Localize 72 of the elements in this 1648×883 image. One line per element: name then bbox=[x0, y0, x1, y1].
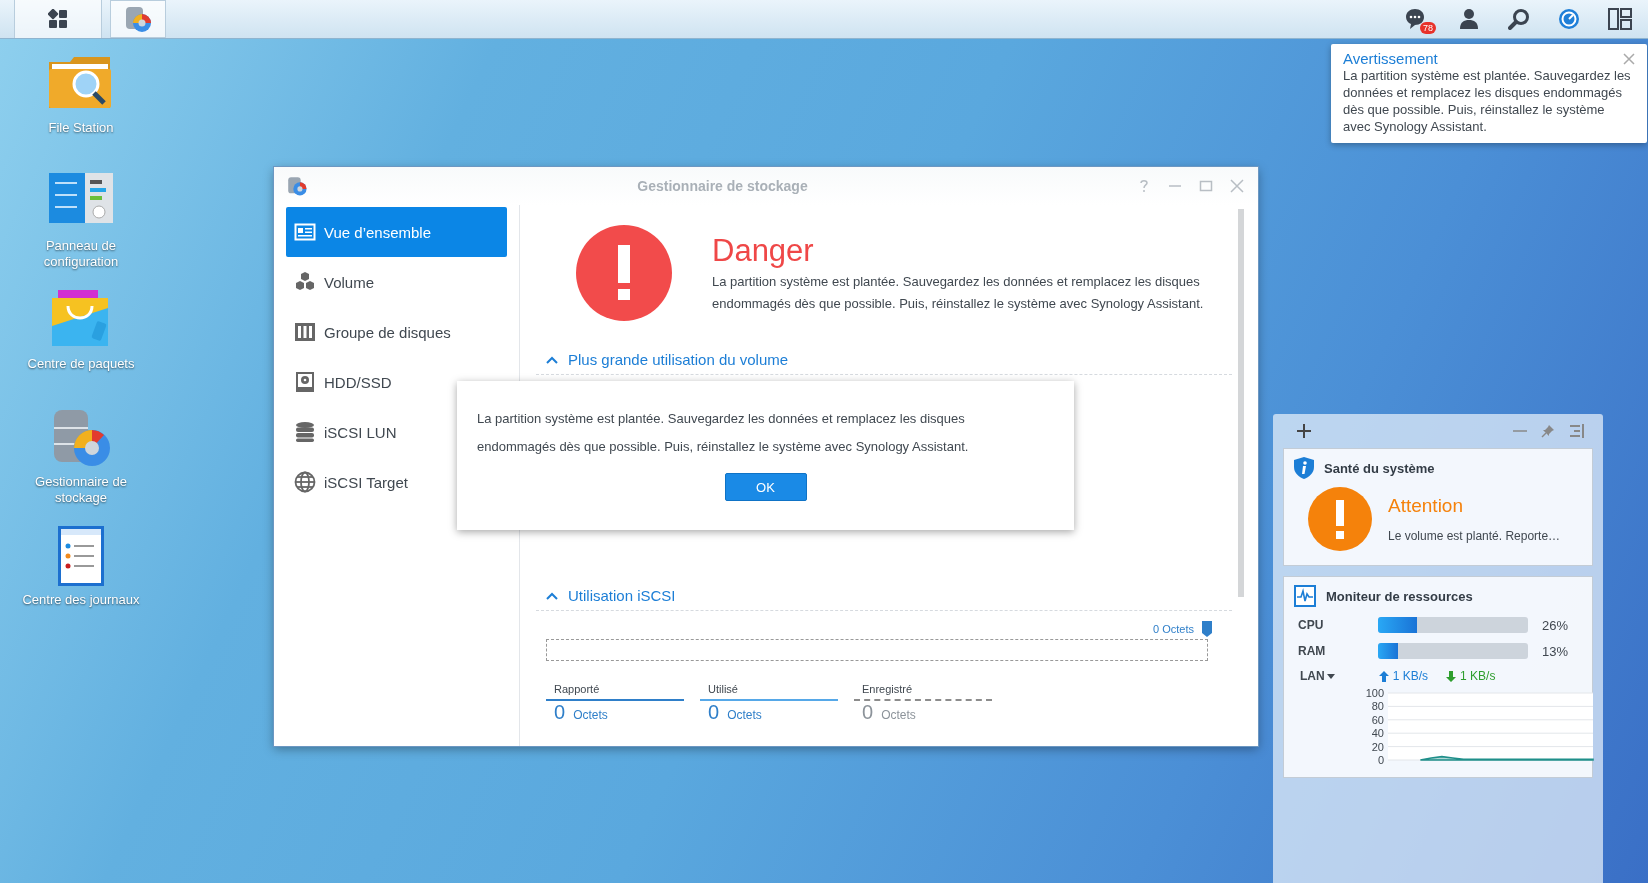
notification-count-badge: 78 bbox=[1420, 22, 1436, 34]
pulse-monitor-icon bbox=[1294, 585, 1316, 607]
scrollbar[interactable] bbox=[1238, 209, 1244, 597]
exclamation-icon bbox=[576, 225, 672, 321]
stat-value: 0 bbox=[862, 701, 874, 724]
disk-bays-icon bbox=[294, 321, 316, 343]
chevron-up-icon[interactable] bbox=[546, 355, 558, 364]
storage-manager-taskbar-button[interactable] bbox=[110, 0, 166, 38]
sidebar-item[interactable]: Vue d’ensemble bbox=[286, 207, 507, 257]
caret-icon[interactable] bbox=[1326, 673, 1335, 679]
pin-icon[interactable] bbox=[1541, 424, 1555, 438]
download-rate: 1 KB/s bbox=[1460, 669, 1496, 683]
notification-message: La partition système est plantée. Sauvegardez les données et remplacez les disques endommagés dès que possible. Puis, réinstallez le système avec Synology Assistant. bbox=[1343, 67, 1632, 135]
widgets-layout-icon[interactable] bbox=[1608, 8, 1632, 30]
section-title[interactable]: Plus grande utilisation du volume bbox=[568, 351, 789, 368]
health-message: Le volume est planté. Reporte… bbox=[1388, 529, 1561, 543]
collapse-panel-icon[interactable] bbox=[1569, 424, 1585, 438]
close-icon[interactable] bbox=[1623, 52, 1635, 65]
globe-icon bbox=[294, 471, 316, 493]
meter-reading: 26% bbox=[1542, 617, 1569, 633]
stat-unit: Octets bbox=[881, 708, 916, 722]
info-shield-icon bbox=[1294, 457, 1314, 479]
database-icon bbox=[294, 421, 316, 443]
dialog-message: La partition système est plantée. Sauvegardez les données et remplacez les disques endommagés dès que possible. Puis, réinstallez le système avec Synology Assistant. bbox=[477, 410, 970, 456]
capacity-label: 0 Octets bbox=[1153, 623, 1194, 635]
database-chart-icon bbox=[123, 4, 153, 34]
status-title: Danger bbox=[712, 232, 815, 270]
axis-tick-label: 40 bbox=[1371, 727, 1384, 740]
meter-label: CPU bbox=[1297, 618, 1325, 632]
stat-unit: Octets bbox=[573, 708, 608, 722]
id-card-icon bbox=[294, 221, 316, 243]
axis-tick-label: 80 bbox=[1371, 700, 1384, 713]
upload-arrow-icon bbox=[1378, 670, 1389, 682]
stat-label: Utilisé bbox=[707, 683, 739, 695]
sidebar-item[interactable]: Groupe de disques bbox=[286, 307, 507, 357]
stat-value: 0 bbox=[708, 701, 720, 724]
axis-tick-label: 0 bbox=[1377, 754, 1384, 766]
add-icon[interactable] bbox=[1297, 424, 1311, 438]
cubes-icon bbox=[294, 271, 316, 293]
grid-icon bbox=[48, 9, 68, 29]
main-menu-button[interactable] bbox=[14, 0, 102, 38]
database-chart-icon bbox=[286, 175, 308, 197]
stat-label: Rapporté bbox=[553, 683, 601, 695]
sidebar-item[interactable]: iSCSI Target bbox=[286, 457, 507, 507]
sidebar-item[interactable]: HDD/SSD bbox=[286, 357, 507, 407]
download-arrow-icon bbox=[1446, 670, 1457, 682]
window-title: Gestionnaire de stockage bbox=[636, 178, 809, 194]
section-title[interactable]: Utilisation iSCSI bbox=[568, 587, 676, 604]
stat-label: Enregistré bbox=[861, 683, 914, 695]
notification-title: Avertissement bbox=[1343, 50, 1438, 67]
sidebar-item[interactable]: Volume bbox=[286, 257, 507, 307]
hard-drive-icon bbox=[294, 371, 316, 393]
ok-button[interactable]: OK bbox=[724, 473, 807, 501]
upload-rate: 1 KB/s bbox=[1392, 669, 1429, 683]
marker-icon bbox=[1202, 621, 1212, 637]
gauge-icon[interactable] bbox=[1558, 8, 1580, 30]
lan-dropdown[interactable]: LAN bbox=[1294, 669, 1325, 683]
axis-tick-label: 60 bbox=[1371, 713, 1384, 726]
exclamation-icon bbox=[1308, 487, 1372, 551]
axis-tick-label: 100 bbox=[1365, 687, 1384, 699]
meter-reading: 13% bbox=[1542, 643, 1569, 659]
widget-title: Santé du système bbox=[1324, 460, 1435, 476]
meter-label: RAM bbox=[1297, 644, 1327, 658]
status-message: La partition système est plantée. Sauvegardez les données et remplacez les disques endommagés dès que possible. Puis, réinstallez le système avec Synology Assistant. bbox=[712, 273, 1205, 313]
user-icon[interactable] bbox=[1458, 8, 1480, 30]
stat-unit: Octets bbox=[727, 708, 762, 722]
chevron-up-icon[interactable] bbox=[546, 591, 558, 600]
widget-title: Moniteur de ressources bbox=[1326, 588, 1473, 604]
search-icon[interactable] bbox=[1508, 8, 1530, 30]
stat-value: 0 bbox=[554, 701, 566, 724]
axis-tick-label: 20 bbox=[1371, 740, 1384, 753]
health-status: Attention bbox=[1388, 495, 1464, 517]
